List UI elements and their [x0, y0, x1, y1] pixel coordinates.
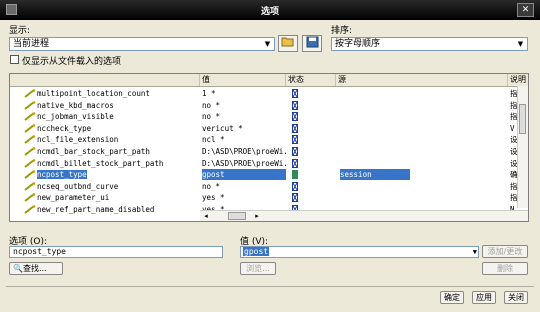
option-source: [340, 192, 410, 203]
title-bar: 选项 ✕: [0, 0, 540, 20]
column-header-description[interactable]: 说明: [508, 74, 528, 86]
status-icon: [292, 89, 298, 98]
display-select[interactable]: 当前进程 ▼: [9, 37, 275, 51]
horizontal-scroll-thumb[interactable]: [228, 212, 246, 220]
browse-button[interactable]: 浏览...: [240, 262, 276, 275]
status-icon: [292, 135, 298, 145]
option-value: vericut *: [202, 123, 243, 133]
status-icon: [292, 181, 298, 191]
table-row[interactable]: native_kbd_macros no * 指: [10, 100, 520, 112]
status-icon: [292, 112, 298, 122]
window-title: 选项: [260, 7, 279, 17]
table-row[interactable]: ncpost_type gpost session 确: [10, 169, 520, 181]
status-icon: [292, 100, 298, 110]
option-source: [340, 100, 410, 111]
loaded-only-checkbox[interactable]: [10, 55, 19, 64]
option-name: new_parameter_ui: [37, 193, 110, 203]
option-input[interactable]: ncpost_type: [9, 246, 223, 258]
option-source: [340, 88, 410, 99]
vertical-scroll-thumb[interactable]: [519, 104, 526, 134]
column-header-status[interactable]: 状态: [286, 74, 336, 86]
option-name: nccheck_type: [37, 123, 92, 133]
table-row[interactable]: nc_jobman_visible no * 指: [10, 111, 520, 123]
status-icon: [292, 123, 298, 133]
status-icon: [292, 170, 298, 180]
display-label: 显示:: [9, 26, 31, 36]
table-row[interactable]: nccheck_type vericut * V: [10, 123, 520, 135]
table-row[interactable]: ncl_file_extension ncl * 设: [10, 134, 520, 146]
table-row[interactable]: ncmdl_bar_stock_part_path D:\ASD\PROE\pro…: [10, 146, 520, 158]
table-row[interactable]: new_parameter_ui yes * 指: [10, 192, 520, 204]
option-source: [340, 134, 410, 145]
find-button[interactable]: 🔍查找...: [9, 262, 63, 275]
sort-value: 按字母顺序: [335, 39, 381, 49]
option-name: native_kbd_macros: [37, 100, 114, 110]
option-name: nc_jobman_visible: [37, 112, 114, 122]
option-value: no *: [202, 181, 221, 191]
close-icon: ✕: [521, 5, 530, 15]
column-header-name[interactable]: [10, 74, 200, 86]
horizontal-scrollbar[interactable]: ◂ ▸: [200, 210, 528, 221]
loaded-only-label: 仅显示从文件载入的选项: [22, 57, 122, 67]
option-name: ncmdl_billet_stock_part_path: [37, 158, 164, 168]
option-source: session: [340, 169, 410, 181]
table-header: 值 状态 源 说明: [10, 74, 528, 87]
table-row[interactable]: multipoint_location_count 1 * 指: [10, 88, 520, 100]
status-icon: [292, 193, 298, 203]
close-button[interactable]: 关闭: [504, 291, 528, 304]
value-text: gpost: [243, 247, 270, 256]
sort-select[interactable]: 按字母顺序 ▼: [331, 37, 528, 51]
save-config-button[interactable]: [302, 35, 322, 52]
option-value: D:\ASD\PROE\proeWi...: [202, 147, 286, 156]
ok-button[interactable]: 确定: [440, 291, 464, 304]
vertical-scrollbar[interactable]: [517, 86, 528, 208]
option-source: [340, 123, 410, 134]
scroll-right-icon[interactable]: ▸: [252, 211, 262, 221]
option-value: no *: [202, 112, 221, 122]
option-name: ncl_file_extension: [37, 135, 119, 145]
display-value: 当前进程: [13, 39, 50, 49]
column-header-source[interactable]: 源: [336, 74, 508, 86]
open-config-button[interactable]: [278, 35, 298, 52]
apply-button[interactable]: 应用: [472, 291, 496, 304]
folder-open-icon: [281, 37, 294, 47]
save-icon: [306, 36, 318, 48]
chevron-down-icon: ▼: [517, 40, 524, 48]
close-window-button[interactable]: ✕: [517, 3, 534, 17]
status-icon: [292, 158, 298, 168]
chevron-down-icon: ▼: [472, 248, 477, 256]
column-header-value[interactable]: 值: [200, 74, 286, 86]
option-value: no *: [202, 100, 221, 110]
table-row[interactable]: ncseq_outbnd_curve no * 指: [10, 181, 520, 193]
options-table: 值 状态 源 说明 multipoint_location_count 1 * 指 n…: [9, 73, 529, 222]
option-value: yes *: [202, 193, 225, 203]
option-name: ncmdl_bar_stock_part_path: [37, 147, 150, 156]
option-value: D:\ASD\PROE\proeWi...: [202, 158, 286, 168]
option-name: ncpost_type: [37, 170, 87, 180]
table-row[interactable]: ncmdl_billet_stock_part_path D:\ASD\PROE\…: [10, 158, 520, 170]
option-source: [340, 146, 410, 157]
footer-divider: [6, 286, 534, 287]
option-source: [340, 158, 410, 169]
option-value: gpost: [202, 169, 286, 181]
option-name: new_ref_part_name_disabled: [37, 205, 155, 214]
option-source: [340, 111, 410, 122]
sort-label: 排序:: [331, 26, 353, 36]
find-button-label: 查找...: [22, 264, 47, 273]
delete-button[interactable]: 删除: [482, 262, 528, 275]
option-source: [340, 181, 410, 192]
options-dialog: 选项 ✕ 显示: 当前进程 ▼ 排序: 按字母顺序 ▼ 仅显示从文件载入的选项 …: [0, 0, 540, 312]
status-icon: [292, 147, 298, 156]
scroll-left-icon[interactable]: ◂: [201, 211, 211, 221]
option-value: ncl *: [202, 135, 225, 145]
option-name: multipoint_location_count: [37, 89, 150, 98]
find-icon: 🔍: [13, 264, 23, 273]
add-change-button[interactable]: 添加/更改: [482, 245, 528, 258]
value-input[interactable]: gpost ▼: [240, 246, 479, 258]
chevron-down-icon: ▼: [264, 40, 271, 48]
option-value: 1 *: [202, 89, 216, 98]
option-name: ncseq_outbnd_curve: [37, 181, 119, 191]
